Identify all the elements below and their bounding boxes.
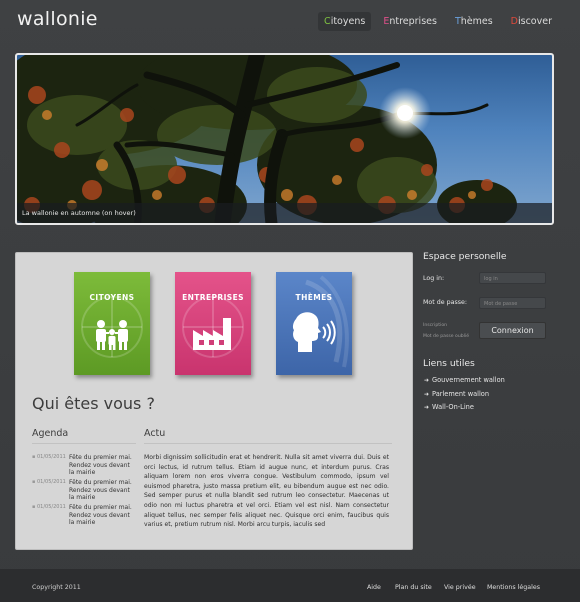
hero-caption: La wallonie en automne (on hover) bbox=[17, 203, 552, 223]
footer-link-aide[interactable]: Aide bbox=[367, 584, 381, 591]
agenda-date-text: 01/05/2011 bbox=[36, 479, 66, 485]
liens-utiles-heading: Liens utiles bbox=[423, 358, 475, 369]
login-input[interactable]: log in bbox=[479, 272, 546, 284]
autumn-tree-image bbox=[17, 55, 517, 223]
section-heading: Qui êtes vous ? bbox=[32, 394, 155, 413]
family-icon bbox=[96, 320, 128, 350]
tile-citoyens[interactable]: CITOYENS bbox=[74, 272, 150, 375]
agenda-text: Fête du premier mai. Rendez vous devant … bbox=[69, 504, 132, 527]
link-wall-on-line[interactable]: ➜ Wall-On-Line bbox=[424, 403, 474, 411]
agenda-date-text: 01/05/2011 bbox=[36, 504, 66, 510]
inscription-link[interactable]: Inscription bbox=[423, 323, 447, 328]
factory-icon bbox=[193, 318, 231, 350]
nav-label: itoyens bbox=[330, 16, 366, 27]
link-label: Parlement wallon bbox=[432, 390, 490, 398]
link-label: Gouvernement wallon bbox=[432, 376, 505, 384]
nav-item-entreprises[interactable]: Entreprises bbox=[377, 12, 443, 31]
arrow-right-icon: ➜ bbox=[424, 404, 430, 411]
forgot-password-link[interactable]: Mot de passe oublié bbox=[423, 334, 469, 339]
arrow-right-icon: ➜ bbox=[424, 391, 430, 398]
arrow-right-icon: ➜ bbox=[424, 377, 430, 384]
espace-personelle-heading: Espace personelle bbox=[423, 251, 507, 262]
nav-label: hèmes bbox=[460, 16, 493, 27]
main-nav: Citoyens Entreprises Thèmes Discover bbox=[318, 12, 558, 31]
link-gouvernement-wallon[interactable]: ➜ Gouvernement wallon bbox=[424, 376, 505, 384]
link-label: Wall-On-Line bbox=[432, 403, 474, 411]
copyright-text: Copyright 2011 bbox=[32, 584, 81, 591]
tile-entreprises[interactable]: ENTREPRISES bbox=[175, 272, 251, 375]
actu-text: Morbi dignissim sollicitudin erat et hen… bbox=[144, 454, 389, 529]
agenda-text: Fête du premier mai. Rendez vous devant … bbox=[69, 454, 132, 477]
divider bbox=[32, 443, 136, 444]
footer: Copyright 2011 Aide Plan du site Vie pri… bbox=[0, 569, 580, 602]
hero-banner[interactable]: La wallonie en automne (on hover) bbox=[15, 53, 554, 225]
main-panel: CITOYENS ENTREPRISES THÈMES Qui êtes vou… bbox=[15, 252, 413, 550]
page: wallonie Citoyens Entreprises Thèmes Dis… bbox=[0, 0, 580, 602]
divider bbox=[144, 443, 392, 444]
connexion-button[interactable]: Connexion bbox=[479, 322, 546, 339]
footer-link-vie-privee[interactable]: Vie privée bbox=[444, 584, 476, 591]
nav-label: ntreprises bbox=[389, 16, 437, 27]
agenda-heading: Agenda bbox=[32, 428, 69, 439]
agenda-date: ▪ 01/05/2011 bbox=[32, 454, 70, 462]
actu-heading: Actu bbox=[144, 428, 166, 439]
nav-initial: D bbox=[510, 16, 518, 27]
agenda-date: ▪ 01/05/2011 bbox=[32, 479, 70, 487]
agenda-date: ▪ 01/05/2011 bbox=[32, 504, 70, 512]
login-label: Log in: bbox=[423, 275, 445, 282]
agenda-date-text: 01/05/2011 bbox=[36, 454, 66, 460]
speaking-head-icon bbox=[292, 312, 336, 352]
nav-item-citoyens[interactable]: Citoyens bbox=[318, 12, 372, 31]
password-input[interactable]: Mot de passe bbox=[479, 297, 546, 309]
agenda-text: Fête du premier mai. Rendez vous devant … bbox=[69, 479, 132, 502]
nav-item-themes[interactable]: Thèmes bbox=[449, 12, 499, 31]
nav-initial: C bbox=[324, 16, 331, 27]
footer-link-plan-du-site[interactable]: Plan du site bbox=[395, 584, 432, 591]
password-label: Mot de passe: bbox=[423, 299, 468, 306]
footer-link-mentions-legales[interactable]: Mentions légales bbox=[487, 584, 540, 591]
link-parlement-wallon[interactable]: ➜ Parlement wallon bbox=[424, 390, 489, 398]
nav-item-discover[interactable]: Discover bbox=[505, 12, 558, 31]
tile-themes[interactable]: THÈMES bbox=[276, 272, 352, 375]
nav-label: iscover bbox=[518, 16, 552, 27]
site-logo[interactable]: wallonie bbox=[17, 8, 98, 30]
